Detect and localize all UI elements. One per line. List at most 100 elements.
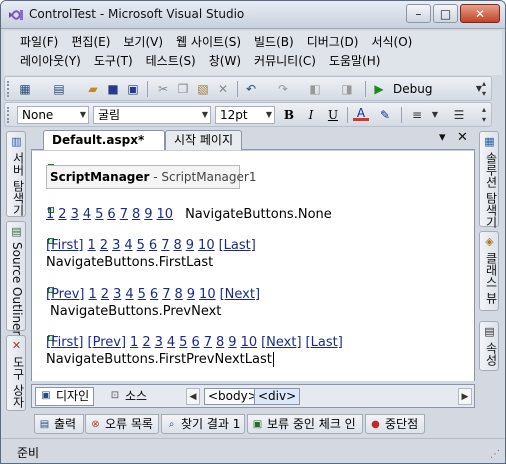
- pager-link[interactable]: 8: [216, 335, 224, 350]
- tab-pending-checkins[interactable]: ▣ 보류 중인 체크 인: [247, 414, 363, 434]
- breadcrumb-div[interactable]: <div>: [254, 388, 301, 405]
- navigate-backward-icon[interactable]: ◧: [307, 81, 323, 97]
- resize-grip-icon[interactable]: ⋰: [490, 449, 502, 461]
- toolbox-tab[interactable]: ✕ 도구 상자: [6, 335, 26, 411]
- pager-link[interactable]: 7: [162, 287, 170, 302]
- underline-button[interactable]: U: [325, 107, 341, 123]
- pager-link[interactable]: 5: [179, 335, 187, 350]
- class-view-tab[interactable]: ◈ 클래스 뷰: [479, 231, 499, 311]
- pager-link[interactable]: 10: [241, 335, 258, 350]
- menu-debug[interactable]: 디버그(D): [303, 34, 363, 51]
- pager-link[interactable]: 9: [228, 335, 236, 350]
- pager-link[interactable]: 7: [120, 207, 128, 222]
- pager-link[interactable]: 3: [112, 238, 120, 253]
- design-surface[interactable]: ScriptManager - ScriptManager1 123456789…: [31, 150, 475, 381]
- menu-view[interactable]: 보기(V): [119, 34, 167, 51]
- solution-config[interactable]: Debug: [393, 81, 432, 97]
- pager-link[interactable]: 2: [100, 238, 108, 253]
- start-debugging-icon[interactable]: ▶: [371, 81, 387, 97]
- italic-button[interactable]: I: [303, 107, 319, 123]
- menu-layout[interactable]: 레이아웃(Y): [16, 53, 85, 70]
- script-manager-control[interactable]: ScriptManager - ScriptManager1: [46, 165, 256, 189]
- menu-community[interactable]: 커뮤니티(C): [250, 53, 320, 70]
- menu-help[interactable]: 도움말(H): [325, 53, 385, 70]
- pager-none[interactable]: 1 2 3 4 5 6 7 8 9 10 NavigateButtons.None: [46, 207, 332, 223]
- pager-link[interactable]: 4: [124, 238, 132, 253]
- menu-file[interactable]: 파일(F): [16, 34, 62, 51]
- properties-tab[interactable]: ▤ 속성: [479, 321, 499, 371]
- menu-website[interactable]: 웹 사이트(S): [172, 34, 245, 51]
- pager-link[interactable]: 3: [113, 287, 121, 302]
- design-view-button[interactable]: ▣ 디자인: [35, 387, 95, 406]
- bullet-list-icon[interactable]: ☰: [451, 107, 467, 123]
- tab-breakpoints[interactable]: ● 중단점: [365, 414, 425, 434]
- solution-explorer-tab[interactable]: ▦ 솔루션 탐색기: [479, 131, 499, 228]
- server-explorer-tab[interactable]: ▥ 서버 탐색기: [6, 131, 26, 217]
- pager-link[interactable]: 10: [198, 238, 215, 253]
- pager-link[interactable]: 4: [83, 207, 91, 222]
- justify-dropdown-icon[interactable]: ▼: [427, 107, 443, 123]
- menu-edit[interactable]: 편집(E): [67, 34, 114, 51]
- pager-link[interactable]: 9: [186, 238, 194, 253]
- paste-icon[interactable]: ▧: [195, 81, 211, 97]
- close-document-icon[interactable]: ✕: [457, 130, 468, 146]
- tab-dropdown-icon[interactable]: ▾: [439, 130, 446, 146]
- pager-link[interactable]: 8: [132, 207, 140, 222]
- save-all-icon[interactable]: ▣: [125, 81, 141, 97]
- pager-link[interactable]: 1: [88, 238, 96, 253]
- pager-link[interactable]: 3: [71, 207, 79, 222]
- delete-icon[interactable]: ✕: [215, 81, 231, 97]
- close-window-button[interactable]: ✕: [460, 4, 500, 23]
- back-color-icon[interactable]: ✎: [377, 107, 393, 123]
- toolbar-grip[interactable]: [7, 81, 11, 97]
- copy-icon[interactable]: ❐: [175, 81, 191, 97]
- new-project-icon[interactable]: ▦: [17, 81, 33, 97]
- font-size-select[interactable]: 12pt ▼: [215, 106, 275, 124]
- pager-first-last[interactable]: [First] 1 2 3 4 5 6 7 8 9 10 [Last]: [46, 238, 260, 254]
- pager-prev-next[interactable]: [Prev] 1 2 3 4 5 6 7 8 9 10 [Next]: [46, 287, 264, 303]
- tab-error-list[interactable]: ⊗ 오류 목록: [85, 414, 159, 434]
- toolbar-overflow-icon[interactable]: ▴ ▾: [479, 79, 489, 99]
- tag-nav-next-icon[interactable]: ▶: [458, 388, 472, 405]
- menu-build[interactable]: 빌드(B): [250, 34, 298, 51]
- toolbar-overflow-icon[interactable]: ▴ ▾: [479, 105, 489, 125]
- fore-color-icon[interactable]: A: [353, 107, 369, 121]
- pager-link[interactable]: 6: [150, 287, 158, 302]
- pager-link[interactable]: [Last]: [219, 238, 256, 253]
- pager-link[interactable]: 5: [95, 207, 103, 222]
- menu-format[interactable]: 서식(O): [367, 34, 416, 51]
- tab-start-page[interactable]: 시작 페이지: [165, 130, 243, 150]
- source-outliner-tab[interactable]: ▤ Source Outliner: [6, 221, 26, 335]
- pager-link[interactable]: [Prev]: [46, 287, 85, 302]
- justify-icon[interactable]: ≡: [409, 107, 425, 123]
- pager-link[interactable]: 8: [173, 238, 181, 253]
- pager-link[interactable]: [Next]: [220, 287, 260, 302]
- font-name-select[interactable]: 굴림 ▼: [93, 106, 211, 124]
- pager-link[interactable]: 1: [89, 287, 97, 302]
- pager-link[interactable]: 2: [142, 335, 150, 350]
- redo-icon[interactable]: ↷: [275, 81, 291, 97]
- tab-default-aspx[interactable]: Default.aspx*: [43, 130, 165, 150]
- pager-link[interactable]: 6: [149, 238, 157, 253]
- toolbar-grip[interactable]: [7, 107, 11, 123]
- navigate-forward-icon[interactable]: ◨: [339, 81, 355, 97]
- menu-test[interactable]: 테스트(S): [142, 53, 200, 70]
- open-file-icon[interactable]: ▰: [85, 81, 101, 97]
- pager-link[interactable]: 1: [46, 207, 54, 222]
- pager-link[interactable]: [First]: [46, 238, 84, 253]
- maximize-button[interactable]: □: [433, 4, 458, 23]
- pager-link[interactable]: 10: [199, 287, 216, 302]
- pager-link[interactable]: 6: [107, 207, 115, 222]
- save-icon[interactable]: ■: [105, 81, 121, 97]
- pager-link[interactable]: 9: [144, 207, 152, 222]
- pager-link[interactable]: 8: [174, 287, 182, 302]
- pager-link[interactable]: 5: [138, 287, 146, 302]
- pager-link[interactable]: [Last]: [306, 335, 343, 350]
- tab-output[interactable]: ▤ 출력: [34, 414, 84, 434]
- pager-link[interactable]: 3: [155, 335, 163, 350]
- pager-link[interactable]: 1: [130, 335, 138, 350]
- pager-link[interactable]: 2: [58, 207, 66, 222]
- pager-link[interactable]: [First]: [46, 335, 84, 350]
- pager-link[interactable]: 6: [191, 335, 199, 350]
- pager-link[interactable]: 7: [204, 335, 212, 350]
